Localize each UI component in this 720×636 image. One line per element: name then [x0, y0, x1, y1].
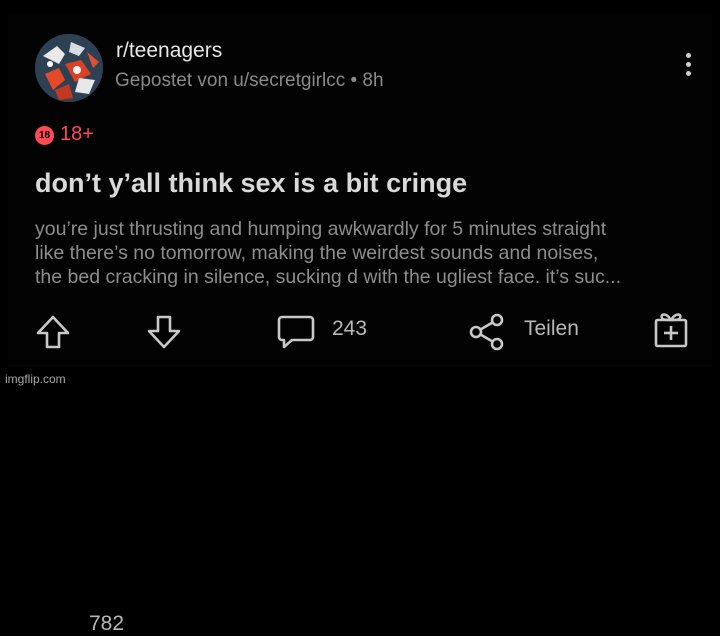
share-button[interactable]: Teilen [468, 310, 598, 354]
comment-count: 243 [332, 317, 368, 340]
imgflip-watermark: imgflip.com [5, 372, 66, 386]
comments-button[interactable]: 243 [276, 310, 386, 354]
upvote-button[interactable] [35, 310, 80, 354]
award-button[interactable] [652, 310, 692, 354]
subreddit-name[interactable]: r/teenagers [116, 39, 222, 63]
post-body-line: you’re just thrusting and humping awkwar… [35, 218, 607, 240]
post-card[interactable]: r/teenagers Gepostet von u/secretgirlcc … [8, 15, 712, 635]
post-body-line: the bed cracking in silence, sucking d w… [35, 266, 622, 288]
nsfw-18-icon: 18 [35, 126, 54, 145]
nsfw-label: 18+ [60, 123, 94, 145]
arrow-up-icon [36, 315, 70, 349]
subreddit-avatar[interactable] [35, 34, 103, 102]
post-title[interactable]: don’t y’all think sex is a bit cringe [35, 168, 467, 199]
more-options-icon[interactable] [685, 53, 691, 79]
downvote-button[interactable] [146, 310, 186, 354]
vote-score: 782 [89, 612, 125, 635]
share-icon [469, 313, 504, 351]
arrow-down-icon [147, 315, 181, 349]
gift-award-icon [654, 313, 688, 348]
share-label: Teilen [524, 317, 579, 340]
action-bar: 782 243 Teilen [8, 310, 712, 635]
comment-bubble-icon [277, 315, 315, 349]
post-body[interactable]: you’re just thrusting and humping awkwar… [35, 217, 687, 289]
post-body-line: like there’s no tomorrow, making the wei… [35, 242, 599, 264]
post-meta: Gepostet von u/secretgirlcc • 8h [115, 70, 384, 91]
